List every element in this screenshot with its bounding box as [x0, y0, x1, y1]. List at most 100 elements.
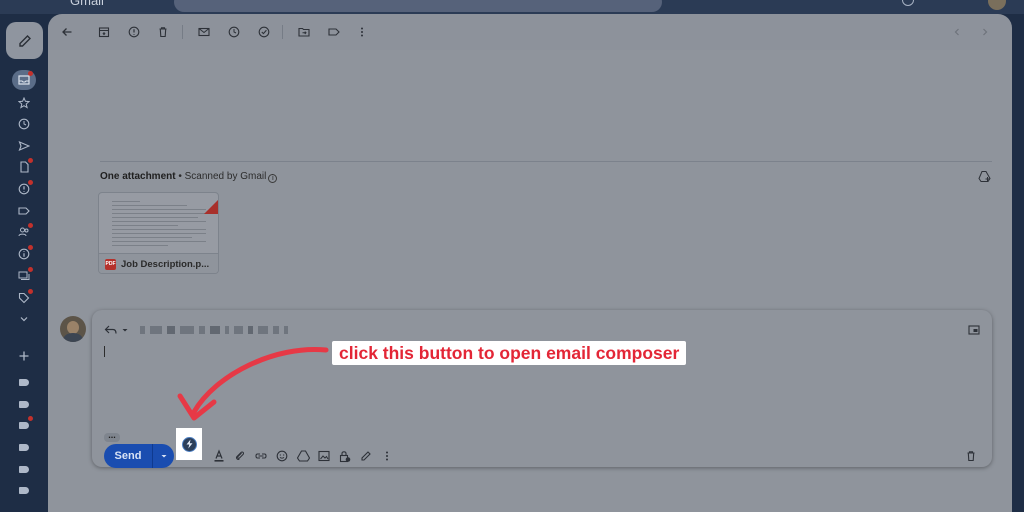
clock-icon: [18, 118, 30, 130]
snooze-button[interactable]: [225, 23, 243, 41]
image-icon: [318, 450, 330, 462]
unread-dot: [28, 267, 33, 272]
confidential-mode-button[interactable]: [336, 447, 354, 465]
archive-button[interactable]: [95, 23, 113, 41]
send-button[interactable]: Send: [104, 444, 152, 468]
account-avatar[interactable]: [988, 0, 1006, 10]
info-icon[interactable]: i: [268, 174, 278, 183]
pencil-icon: [18, 34, 31, 47]
archive-icon: [98, 27, 110, 38]
move-icon: [298, 27, 310, 37]
mark-unread-button[interactable]: [195, 23, 213, 41]
report-spam-button[interactable]: [125, 23, 143, 41]
chevron-down-icon: [20, 317, 28, 322]
snooze-icon: [228, 26, 240, 38]
unread-dot: [28, 245, 33, 250]
rail-snoozed[interactable]: [12, 114, 36, 134]
attach-button[interactable]: [231, 447, 249, 465]
rail-info[interactable]: [12, 244, 36, 264]
attachment-filename: Job Description.p...: [121, 259, 210, 270]
back-button[interactable]: [58, 23, 76, 41]
top-bar: Gmail: [0, 0, 1024, 14]
rail-label-3[interactable]: [12, 415, 36, 435]
labels-button[interactable]: [325, 23, 343, 41]
recipients-redacted[interactable]: [140, 326, 293, 334]
more-icon: [361, 27, 363, 37]
emoji-icon: [276, 450, 288, 462]
email-composer-extension-button[interactable]: [176, 428, 202, 460]
rail-contacts[interactable]: [12, 222, 36, 242]
delete-button[interactable]: [154, 23, 172, 41]
delete-icon: [159, 27, 167, 38]
label-icon: [328, 28, 340, 36]
discard-draft-button[interactable]: [962, 447, 980, 465]
rail-starred[interactable]: [12, 93, 36, 113]
drive-add-icon: [978, 171, 991, 182]
pop-out-button[interactable]: [968, 322, 980, 340]
rail-drafts[interactable]: [12, 157, 36, 177]
rail-label-5[interactable]: [12, 459, 36, 479]
next-button[interactable]: [976, 23, 994, 41]
chat-icon: [18, 271, 30, 280]
caret-down-icon[interactable]: [120, 325, 130, 335]
lightning-logo-icon: [181, 436, 197, 452]
reply-box: ... Send: [92, 310, 992, 468]
pdf-icon: PDF: [105, 259, 116, 270]
message-toolbar: [48, 14, 1012, 50]
attachment-footer: PDF Job Description.p...: [99, 253, 218, 273]
rail-important[interactable]: [12, 179, 36, 199]
unread-dot: [28, 416, 33, 421]
move-to-button[interactable]: [295, 23, 313, 41]
insert-photo-button[interactable]: [315, 447, 333, 465]
pen-icon: [361, 451, 371, 461]
rail-label-4[interactable]: [12, 437, 36, 457]
rail-chat[interactable]: [12, 266, 36, 286]
show-trimmed-button[interactable]: ...: [104, 431, 120, 442]
rail-more[interactable]: [12, 309, 36, 329]
compose-button[interactable]: [6, 22, 43, 59]
rail-sent[interactable]: [12, 136, 36, 156]
signature-button[interactable]: [357, 447, 375, 465]
rail-label-1[interactable]: [12, 372, 36, 392]
more-button[interactable]: [353, 23, 371, 41]
unread-dot: [28, 289, 33, 294]
caret-down-icon: [161, 455, 166, 458]
rail-inbox[interactable]: [12, 70, 36, 90]
toolbar-divider: [282, 25, 283, 39]
rail-add-label[interactable]: [12, 346, 36, 366]
mail-icon: [198, 27, 210, 37]
rail-labels[interactable]: [12, 201, 36, 221]
reply-icon[interactable]: [104, 324, 118, 336]
insert-link-button[interactable]: [252, 447, 270, 465]
attachment-card[interactable]: PDF Job Description.p...: [98, 192, 219, 274]
lock-clock-icon: [339, 450, 351, 462]
add-to-drive-button[interactable]: [978, 170, 991, 188]
label-icon: [19, 486, 29, 494]
emoji-button[interactable]: [273, 447, 291, 465]
send-options-button[interactable]: [153, 444, 174, 468]
formatting-button[interactable]: [210, 447, 228, 465]
rail-label-6[interactable]: [12, 480, 36, 500]
label-icon: [19, 400, 29, 408]
drive-button[interactable]: [294, 447, 312, 465]
unread-dot: [28, 71, 33, 76]
prev-button[interactable]: [948, 23, 966, 41]
rail-tags[interactable]: [12, 288, 36, 308]
label-icon: [19, 421, 29, 429]
reply-header: [104, 322, 293, 338]
search-bar[interactable]: [174, 0, 662, 12]
label-icon: [18, 207, 30, 215]
label-icon: [19, 465, 29, 473]
send-button-group: Send: [104, 444, 174, 468]
contacts-icon: [18, 227, 29, 237]
delete-icon: [967, 451, 975, 462]
task-icon: [258, 26, 270, 38]
rail-label-2[interactable]: [12, 394, 36, 414]
add-task-button[interactable]: [255, 23, 273, 41]
attachments-header: One attachment • Scanned by Gmail i: [100, 171, 278, 183]
more-options-button[interactable]: [378, 447, 396, 465]
help-icon[interactable]: [902, 0, 914, 6]
scan-status: • Scanned by Gmail: [175, 171, 267, 182]
tag-icon: [18, 292, 30, 304]
link-icon: [255, 453, 267, 459]
